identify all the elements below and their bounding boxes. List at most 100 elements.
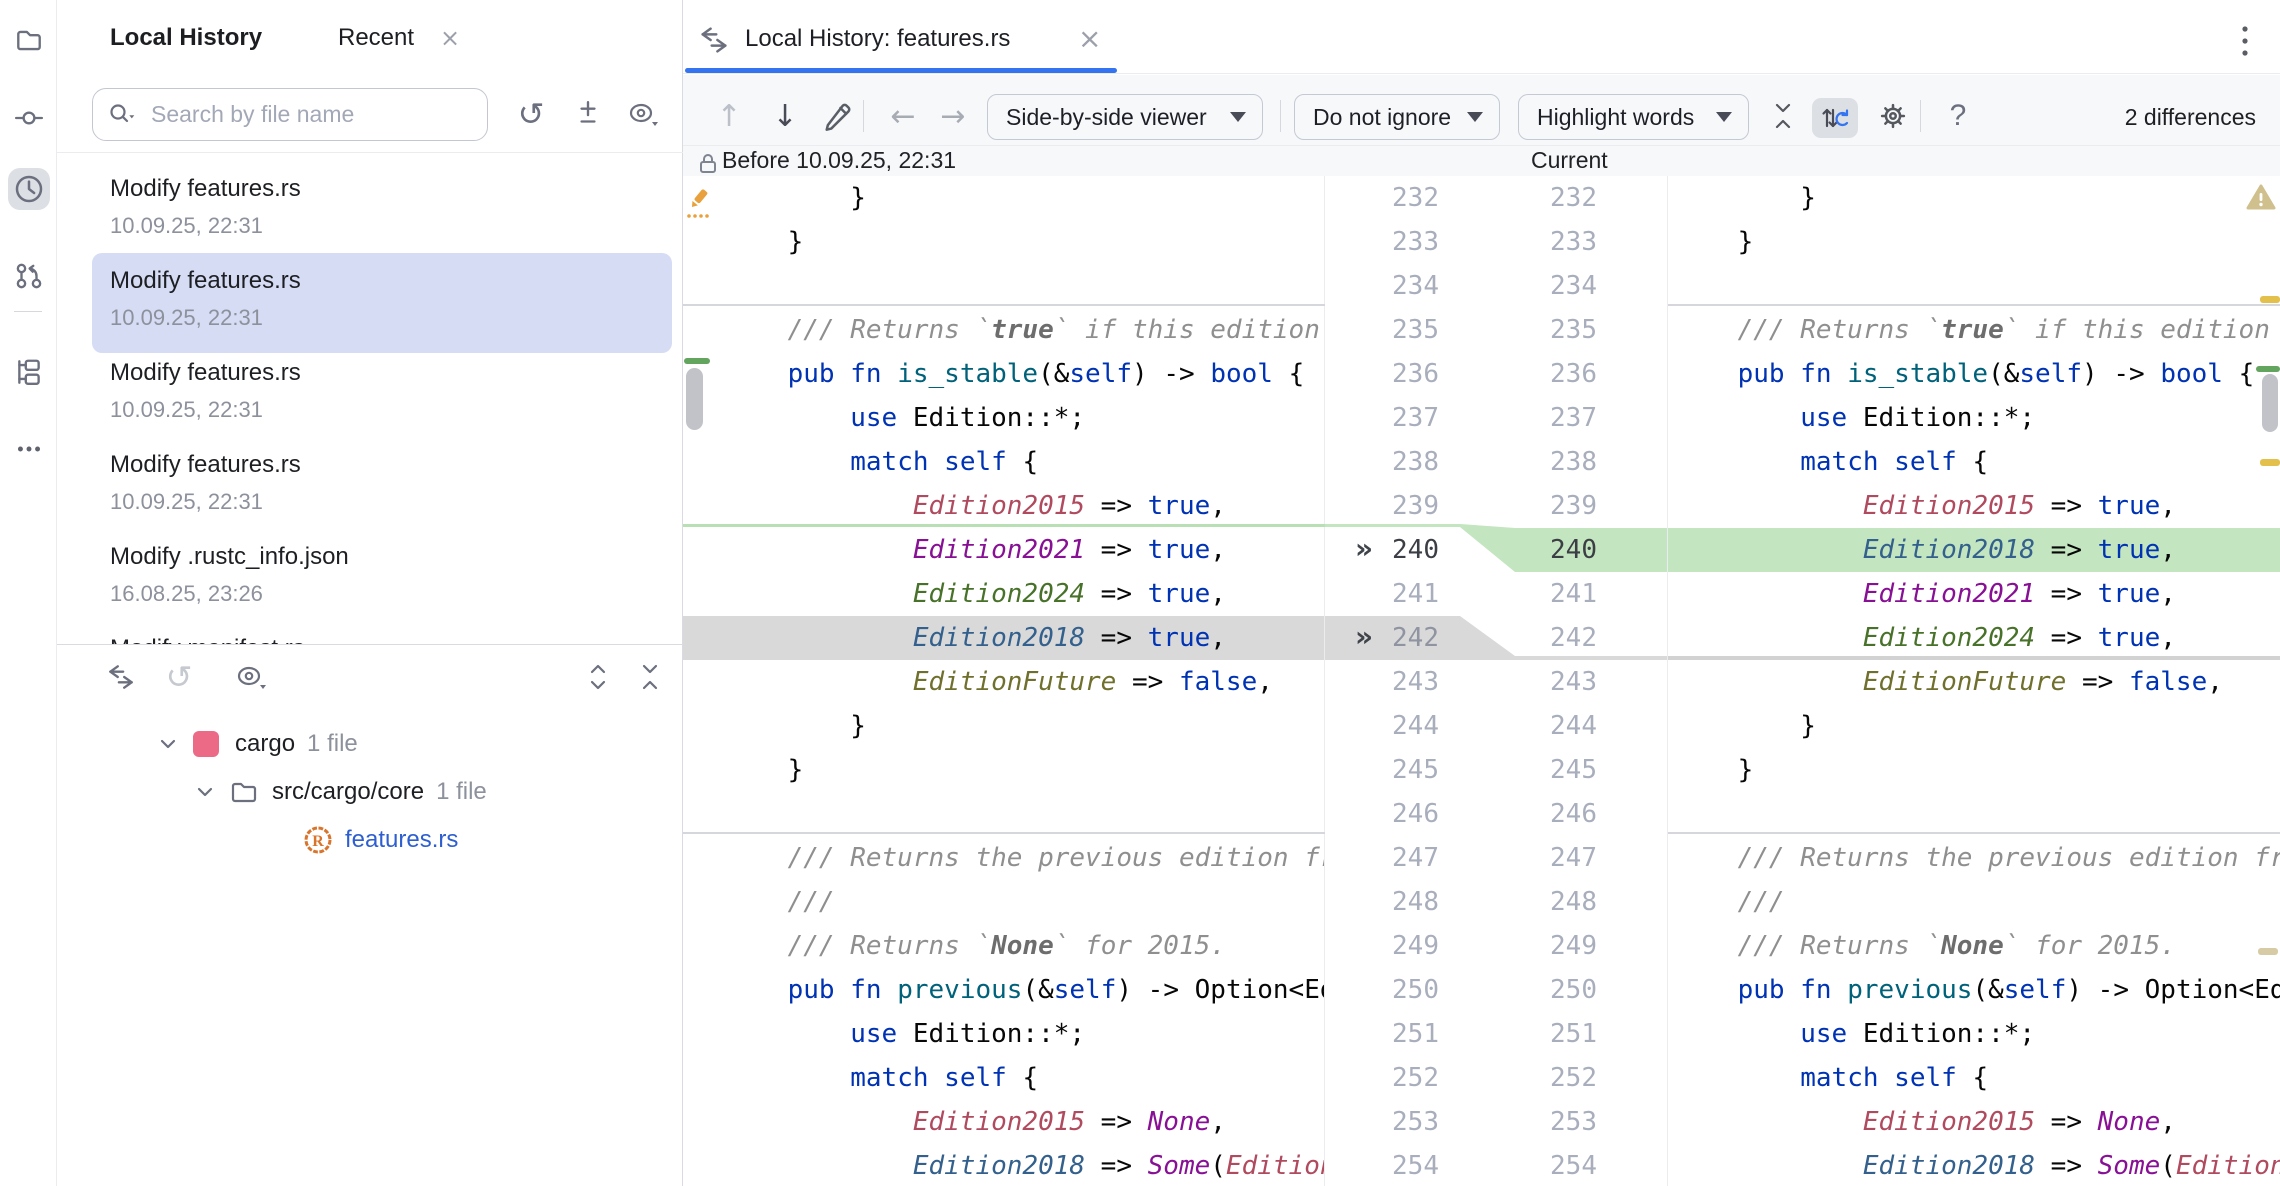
line-number: 252: [1531, 1056, 1597, 1100]
code-line: Edition2024 => true,: [1668, 616, 2280, 660]
diff-icon[interactable]: [102, 658, 140, 696]
collapse-all-icon[interactable]: [631, 658, 669, 696]
revision-item[interactable]: Modify manifest.rs: [92, 621, 672, 644]
revision-time: 10.09.25, 22:31: [110, 489, 263, 515]
revision-time: 10.09.25, 22:31: [110, 305, 263, 331]
edit-icon[interactable]: [817, 96, 857, 136]
expand-all-icon[interactable]: [579, 658, 617, 696]
line-number: 242: [1531, 616, 1597, 660]
line-number: 250: [1383, 968, 1439, 1012]
line-number: 235: [1531, 308, 1597, 352]
create-patch-icon[interactable]: [569, 95, 607, 133]
code-line: pub fn is_stable(&self) -> bool {: [683, 352, 1324, 396]
right-scrollbar-thumb[interactable]: [2262, 374, 2278, 432]
code-line: use Edition::*;: [1668, 1012, 2280, 1056]
tab-local-history[interactable]: Local History: [110, 24, 262, 52]
code-line: [1668, 792, 2280, 836]
line-number: 237: [1531, 396, 1597, 440]
tree-row[interactable]: src/cargo/core1 file: [194, 769, 487, 815]
warning-icon[interactable]: [2246, 184, 2276, 215]
revision-item[interactable]: Modify features.rs10.09.25, 22:31: [92, 253, 672, 353]
local-history-panel: Local History Recent × Search by file na…: [57, 0, 683, 1186]
change-stripe-green[interactable]: [684, 358, 710, 364]
active-tab-indicator: [685, 68, 1117, 73]
tree-row[interactable]: cargo1 file: [157, 721, 358, 767]
line-numbers-before: 2322332342352362372382392402412422432442…: [1383, 176, 1439, 1186]
sync-scroll-toggle[interactable]: [1812, 98, 1858, 138]
search-input[interactable]: Search by file name: [92, 88, 488, 141]
forward-icon[interactable]: →: [933, 96, 973, 136]
editor-tab-bar: Local History: features.rs ×: [683, 0, 2280, 74]
chevron-down-icon[interactable]: [194, 781, 216, 803]
next-difference-icon[interactable]: ↓: [765, 96, 805, 136]
code-line: }: [683, 176, 1324, 220]
ignore-policy-dropdown[interactable]: Do not ignore: [1294, 94, 1500, 140]
line-number: 254: [1383, 1144, 1439, 1186]
line-number: 246: [1531, 792, 1597, 836]
version-control-icon[interactable]: [8, 255, 50, 297]
tree-row[interactable]: Rfeatures.rs: [267, 817, 458, 863]
toolbar-divider: [1280, 100, 1281, 132]
commit-icon[interactable]: [8, 97, 50, 139]
tab-recent-close-icon[interactable]: ×: [440, 24, 460, 52]
revision-item[interactable]: Modify .rustc_info.json16.08.25, 23:26: [92, 529, 672, 629]
viewer-mode-label: Side-by-side viewer: [1006, 104, 1207, 131]
revision-item[interactable]: Modify features.rs 10.09.25, 22:31: [92, 437, 672, 537]
code-line: pub fn previous(&self) -> Option<Edition…: [1668, 968, 2280, 1012]
fold-separator[interactable]: [683, 832, 1325, 834]
chevron-down-icon[interactable]: [157, 733, 179, 755]
prev-difference-icon[interactable]: ↑: [709, 96, 749, 136]
line-number: 236: [1531, 352, 1597, 396]
revert-selected-icon[interactable]: ↺: [160, 658, 198, 696]
revision-item[interactable]: Modify features.rs10.09.25, 22:31: [92, 345, 672, 445]
collapse-unchanged-icon[interactable]: [1763, 96, 1803, 136]
change-stripe-green[interactable]: [2256, 366, 2280, 372]
modified-pencil-icon[interactable]: [685, 186, 715, 225]
code-line: Edition2018 => true,: [1668, 528, 2280, 572]
revision-title: Modify features.rs: [110, 451, 301, 479]
revision-list: Modify features.rs 10.09.25, 22:31 Modify …: [57, 152, 683, 644]
module-icon: [193, 731, 219, 757]
more-tool-windows-icon[interactable]: [8, 428, 50, 470]
code-line: [683, 792, 1324, 836]
tab-close-icon[interactable]: ×: [1078, 22, 1101, 55]
back-icon[interactable]: ←: [883, 96, 923, 136]
view-options-icon[interactable]: [624, 95, 662, 133]
kebab-menu-icon[interactable]: [2238, 24, 2252, 65]
code-line: }: [683, 748, 1324, 792]
code-line: use Edition::*;: [1668, 396, 2280, 440]
line-number: 242: [1383, 616, 1439, 660]
weak-warning-stripe[interactable]: [2258, 948, 2278, 955]
help-icon[interactable]: ?: [1938, 96, 1978, 136]
line-number: 253: [1383, 1100, 1439, 1144]
gear-icon[interactable]: [1873, 96, 1913, 136]
warning-stripe-yellow[interactable]: [2260, 296, 2280, 303]
structure-icon[interactable]: [8, 351, 50, 393]
fold-separator[interactable]: [683, 304, 1325, 306]
local-history-icon[interactable]: [8, 168, 50, 210]
revision-time: 10.09.25, 22:31: [110, 397, 263, 423]
code-line: Edition2015 => None,: [683, 1100, 1324, 1144]
line-number: 247: [1531, 836, 1597, 880]
project-icon[interactable]: [8, 19, 50, 61]
warning-stripe-yellow[interactable]: [2260, 459, 2280, 466]
revision-item[interactable]: Modify features.rs10.09.25, 22:31: [92, 161, 672, 261]
current-code-pane[interactable]: } } /// Returns `true` if this edition i…: [1667, 176, 2280, 1186]
before-code-pane[interactable]: } } /// Returns `true` if this edition i…: [683, 176, 1325, 1186]
tab-recent[interactable]: Recent: [338, 24, 414, 52]
viewer-mode-dropdown[interactable]: Side-by-side viewer: [987, 94, 1263, 140]
revert-icon[interactable]: ↺: [512, 95, 550, 133]
apply-change-chevron[interactable]: »: [1355, 616, 1385, 660]
line-number: 235: [1383, 308, 1439, 352]
code-line: Edition2015 => true,: [683, 484, 1324, 528]
editor-tab-title[interactable]: Local History: features.rs: [745, 25, 1010, 53]
line-number: 238: [1383, 440, 1439, 484]
changes-view-options-icon[interactable]: [232, 658, 270, 696]
apply-change-chevron[interactable]: »: [1355, 528, 1385, 572]
code-line: EditionFuture => false,: [683, 660, 1324, 704]
line-numbers-current: 2322332342352362372382392402412422432442…: [1531, 176, 1597, 1186]
left-scrollbar-thumb[interactable]: [686, 368, 703, 430]
line-number: 232: [1383, 176, 1439, 220]
line-number: 248: [1531, 880, 1597, 924]
highlight-mode-dropdown[interactable]: Highlight words: [1518, 94, 1749, 140]
